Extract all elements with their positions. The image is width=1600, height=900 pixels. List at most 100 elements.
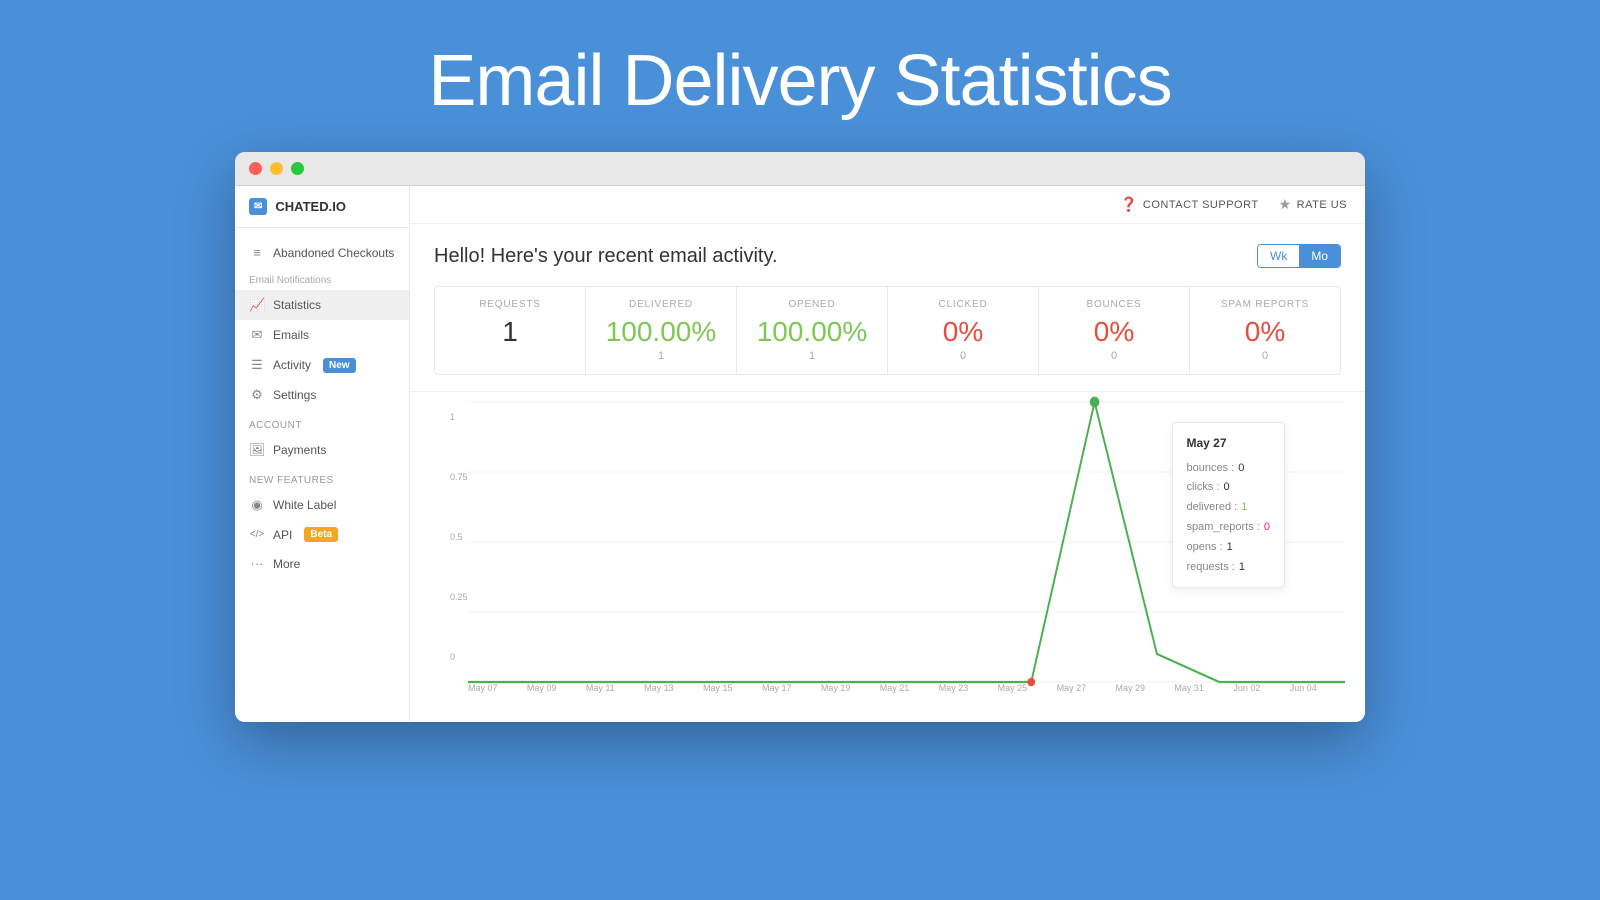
spam-sub: 0 <box>1206 350 1324 362</box>
stat-card-delivered: DELIVERED 100.00% 1 <box>586 287 737 374</box>
settings-icon: ⚙ <box>249 387 265 403</box>
tooltip-delivered-key: delivered : <box>1187 498 1238 518</box>
tooltip-opens-val: 1 <box>1227 538 1233 558</box>
more-label: More <box>273 557 300 571</box>
stats-cards: REQUESTS 1 DELIVERED 100.00% 1 OPENED 10… <box>434 286 1341 375</box>
x-label-2: May 11 <box>586 683 615 693</box>
chart-peak-dot <box>1090 397 1100 408</box>
x-label-9: May 25 <box>998 683 1028 693</box>
x-label-4: May 15 <box>703 683 733 693</box>
stat-card-requests: REQUESTS 1 <box>435 287 586 374</box>
x-label-5: May 17 <box>762 683 792 693</box>
x-label-0: May 07 <box>468 683 498 693</box>
opened-value: 100.00% <box>753 318 871 346</box>
traffic-light-red[interactable] <box>249 162 262 175</box>
stats-header: Hello! Here's your recent email activity… <box>434 244 1341 268</box>
tooltip-bounces-key: bounces : <box>1187 459 1235 479</box>
tooltip-requests-key: requests : <box>1187 558 1235 578</box>
abandoned-label: Abandoned Checkouts <box>273 246 394 260</box>
x-label-14: Jun 04 <box>1290 683 1317 693</box>
logo-text: CHATED.IO <box>275 199 346 214</box>
y-label-075: 0.75 <box>450 472 468 482</box>
tooltip-row-delivered: delivered : 1 <box>1187 498 1271 518</box>
app-window: ✉ CHATED.IO ≡ Abandoned Checkouts Email … <box>235 152 1365 722</box>
question-icon: ❓ <box>1120 196 1138 213</box>
account-label: Account <box>235 410 409 435</box>
sidebar-item-emails[interactable]: ✉ Emails <box>235 320 409 350</box>
tooltip-opens-key: opens : <box>1187 538 1223 558</box>
period-mo-button[interactable]: Mo <box>1299 245 1340 267</box>
sidebar-item-payments[interactable]: 🖼 Payments <box>235 435 409 465</box>
activity-badge: New <box>323 358 356 373</box>
sidebar-logo[interactable]: ✉ CHATED.IO <box>235 186 409 228</box>
api-badge: Beta <box>304 527 338 542</box>
stat-card-bounces: BOUNCES 0% 0 <box>1039 287 1190 374</box>
sidebar-item-settings[interactable]: ⚙ Settings <box>235 380 409 410</box>
stat-card-opened: OPENED 100.00% 1 <box>737 287 888 374</box>
tooltip-row-opens: opens : 1 <box>1187 538 1271 558</box>
abandoned-icon: ≡ <box>249 245 265 260</box>
sidebar: ✉ CHATED.IO ≡ Abandoned Checkouts Email … <box>235 186 410 722</box>
page-title: Email Delivery Statistics <box>0 40 1600 122</box>
chart-tooltip: May 27 bounces : 0 clicks : 0 delivered … <box>1172 422 1286 588</box>
sidebar-nav: ≡ Abandoned Checkouts Email Notification… <box>235 228 409 588</box>
tooltip-row-bounces: bounces : 0 <box>1187 459 1271 479</box>
y-label-0: 0 <box>450 652 468 662</box>
y-label-05: 0.5 <box>450 532 468 542</box>
sidebar-item-abandoned[interactable]: ≡ Abandoned Checkouts <box>235 238 409 267</box>
activity-icon: ☰ <box>249 357 265 373</box>
traffic-light-yellow[interactable] <box>270 162 283 175</box>
api-label: API <box>273 528 292 542</box>
tooltip-spam-key: spam_reports : <box>1187 518 1260 538</box>
x-label-3: May 13 <box>644 683 674 693</box>
opened-sub: 1 <box>753 350 871 362</box>
tooltip-delivered-val: 1 <box>1241 498 1247 518</box>
payments-icon: 🖼 <box>249 442 265 458</box>
x-label-12: May 31 <box>1174 683 1204 693</box>
period-wk-button[interactable]: Wk <box>1258 245 1299 267</box>
clicked-value: 0% <box>904 318 1022 346</box>
x-label-13: Jun 02 <box>1233 683 1260 693</box>
chart-y-labels: 1 0.75 0.5 0.25 0 <box>450 412 468 662</box>
contact-support-link[interactable]: ❓ CONTACT SUPPORT <box>1120 196 1259 213</box>
bounces-sub: 0 <box>1055 350 1173 362</box>
sidebar-item-api[interactable]: </> API Beta <box>235 520 409 549</box>
x-label-8: May 23 <box>939 683 969 693</box>
stat-card-clicked: CLICKED 0% 0 <box>888 287 1039 374</box>
sidebar-item-white-label[interactable]: ◉ White Label <box>235 490 409 520</box>
x-label-1: May 09 <box>527 683 557 693</box>
spam-label: SPAM REPORTS <box>1206 299 1324 310</box>
white-label-text: White Label <box>273 498 336 512</box>
requests-value: 1 <box>451 318 569 346</box>
new-features-label: New Features <box>235 465 409 490</box>
contact-support-text: CONTACT SUPPORT <box>1143 199 1259 211</box>
traffic-light-green[interactable] <box>291 162 304 175</box>
x-label-7: May 21 <box>880 683 910 693</box>
logo-icon: ✉ <box>249 198 267 215</box>
delivered-value: 100.00% <box>602 318 720 346</box>
stat-card-spam: SPAM REPORTS 0% 0 <box>1190 287 1340 374</box>
page-title-area: Email Delivery Statistics <box>0 0 1600 152</box>
tooltip-requests-val: 1 <box>1239 558 1245 578</box>
statistics-icon: 📈 <box>249 297 265 313</box>
period-toggle: Wk Mo <box>1257 244 1341 268</box>
tooltip-date: May 27 <box>1187 433 1271 455</box>
y-label-025: 0.25 <box>450 592 468 602</box>
opened-label: OPENED <box>753 299 871 310</box>
email-notifications-label: Email Notifications <box>235 267 409 290</box>
chart-container: 1 0.75 0.5 0.25 0 <box>430 402 1345 712</box>
tooltip-clicks-val: 0 <box>1224 478 1230 498</box>
sidebar-item-statistics[interactable]: 📈 Statistics <box>235 290 409 320</box>
white-label-icon: ◉ <box>249 497 265 513</box>
more-icon: ··· <box>249 556 265 571</box>
stats-heading: Hello! Here's your recent email activity… <box>434 245 778 268</box>
sidebar-item-activity[interactable]: ☰ Activity New <box>235 350 409 380</box>
title-bar <box>235 152 1365 186</box>
spam-value: 0% <box>1206 318 1324 346</box>
emails-icon: ✉ <box>249 327 265 343</box>
sidebar-item-more[interactable]: ··· More <box>235 549 409 578</box>
x-label-10: May 27 <box>1057 683 1087 693</box>
tooltip-row-spam: spam_reports : 0 <box>1187 518 1271 538</box>
api-icon: </> <box>249 529 265 540</box>
rate-us-link[interactable]: ★ RATE US <box>1279 196 1347 213</box>
